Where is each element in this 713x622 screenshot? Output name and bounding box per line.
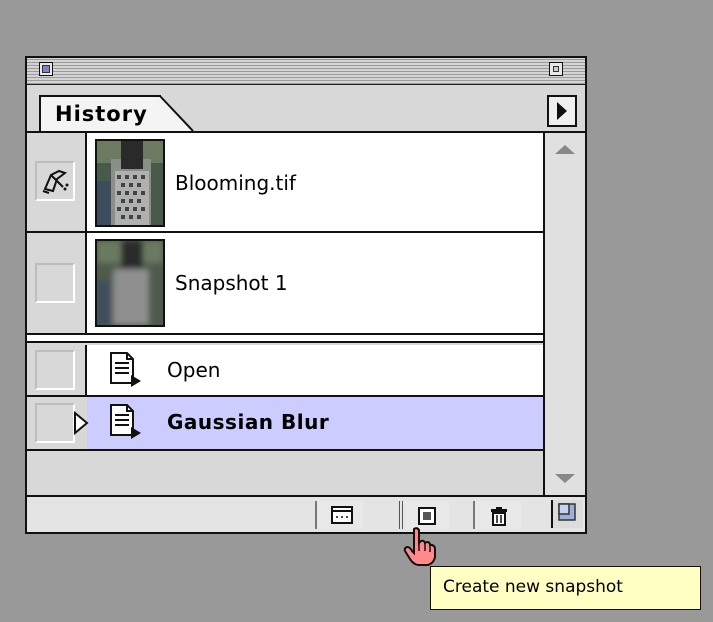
snapshot-divider: [27, 333, 543, 343]
new-snapshot-button[interactable]: [399, 501, 449, 529]
state-source-box[interactable]: [27, 345, 87, 395]
document-icon: [105, 401, 145, 445]
tab-history[interactable]: History: [39, 95, 157, 131]
tab-history-label: History: [55, 102, 148, 126]
source-thumbnail: [95, 139, 165, 227]
palette-menu-arrow-icon[interactable]: [547, 95, 577, 127]
history-brush-source[interactable]: [27, 133, 87, 231]
scroll-up-arrow-icon[interactable]: [555, 145, 575, 154]
history-state-row[interactable]: Open: [27, 345, 543, 397]
history-state-label: Gaussian Blur: [167, 410, 330, 434]
snapshot-label: Snapshot 1: [175, 271, 288, 295]
source-state-label: Blooming.tif: [175, 171, 296, 195]
source-state-row[interactable]: Blooming.tif: [27, 133, 543, 233]
document-icon: [105, 349, 145, 393]
trash-icon: [489, 506, 509, 530]
new-document-icon: [331, 506, 353, 528]
tooltip-text: Create new snapshot: [443, 577, 623, 597]
history-state-slider-icon[interactable]: [71, 410, 91, 439]
history-state-row-selected[interactable]: Gaussian Blur: [27, 397, 543, 451]
tab-edge: [155, 95, 195, 131]
delete-state-button[interactable]: [473, 501, 521, 529]
new-document-button[interactable]: [315, 501, 363, 529]
palette-toolbar: [27, 495, 585, 532]
history-brush-icon: [35, 161, 75, 201]
palette-title-bar[interactable]: [27, 58, 585, 85]
snapshot-source-box[interactable]: [27, 233, 87, 333]
snapshot-row[interactable]: Snapshot 1: [27, 233, 543, 333]
hand-pointer-cursor-icon: [402, 527, 438, 571]
close-box-icon[interactable]: [39, 62, 53, 76]
history-list: Blooming.tif Snapshot 1 Open Gaussian Bl…: [27, 133, 543, 495]
zoom-box-icon[interactable]: [549, 62, 563, 76]
vertical-scrollbar[interactable]: [543, 133, 585, 495]
tab-row: History: [27, 85, 585, 133]
snapshot-thumbnail: [95, 239, 165, 327]
history-state-label: Open: [167, 358, 221, 382]
resize-grip-icon[interactable]: [551, 500, 583, 528]
tooltip: Create new snapshot: [430, 566, 701, 610]
history-palette: History Blooming.tif Snapshot 1 Open Gau…: [25, 56, 587, 534]
scroll-down-arrow-icon[interactable]: [555, 474, 575, 483]
